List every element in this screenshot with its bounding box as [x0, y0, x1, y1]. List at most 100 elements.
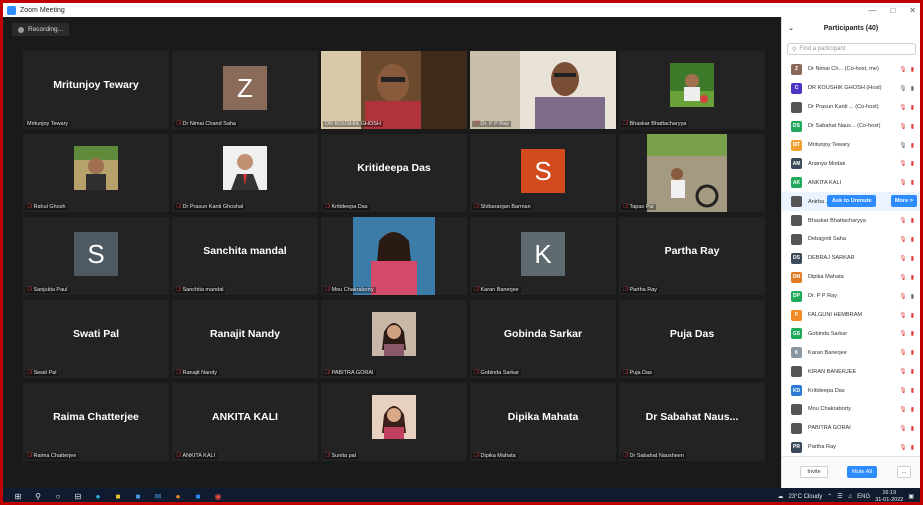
cortana-icon[interactable]: ○ [53, 492, 63, 502]
participant-row[interactable]: DS Dr Sabahat Naus... (Co-host) 🎙 ▮ [782, 117, 920, 136]
mic-muted-icon: 🎙 [899, 236, 907, 243]
chevron-down-icon[interactable]: ⌄ [782, 24, 800, 32]
participant-row[interactable]: K Karan Banerjee 🎙 ▮ [782, 343, 920, 362]
participant-avatar: K [791, 347, 802, 359]
mic-muted-icon: 🎙̸ [325, 453, 330, 459]
tile-display-name: Dipika Mahata [507, 411, 579, 423]
participant-photo-avatar [791, 422, 802, 434]
video-tile[interactable]: Ranajit Nandy 🎙̸ Ranajit Nandy [172, 300, 318, 378]
ask-to-unmute-button[interactable]: Ask to Unmute [827, 195, 877, 208]
video-tile[interactable]: 🎙̸ Sunita pal [321, 383, 467, 461]
store-icon[interactable]: ■ [133, 492, 143, 502]
participant-row[interactable]: AK ANKITA KALI 🎙 ▮ [782, 173, 920, 192]
video-tile[interactable]: Raima Chatterjee 🎙̸ Raima Chatterjee [23, 383, 169, 461]
video-off-icon: ▮ [910, 425, 914, 432]
mic-muted-icon: 🎙̸ [176, 370, 181, 376]
recording-indicator[interactable]: Recording... [12, 23, 70, 36]
mail-icon[interactable]: ✉ [153, 492, 163, 502]
task-view-icon[interactable]: ⊟ [73, 492, 83, 502]
network-icon[interactable]: ☰ [837, 493, 842, 500]
file-explorer-icon[interactable]: ■ [113, 492, 123, 502]
participant-row[interactable]: F FALGUNI HEMBRAM 🎙 ▮ [782, 306, 920, 325]
weather-text[interactable]: 23°C Cloudy [789, 494, 823, 500]
participant-row[interactable]: DM Dipika Mahata 🎙 ▮ [782, 268, 920, 287]
mic-muted-icon: 🎙 [899, 218, 907, 225]
language-indicator[interactable]: ENG [857, 494, 870, 500]
video-tile[interactable]: Z 🎙̸ Dr Nimai Chand Saha [172, 51, 318, 129]
participant-row[interactable]: PR Partha Ray 🎙 ▮ [782, 438, 920, 456]
edge-icon[interactable]: ● [93, 492, 103, 502]
tile-avatar: Z [223, 66, 267, 110]
windows-taskbar: ⊞ ⚲ ○ ⊟ ● ■ ■ ✉ ● ■ ◉ ☁ 23°C Cloudy ⌃ ☰ … [3, 488, 920, 502]
participant-more-button[interactable]: More > [890, 195, 917, 208]
participant-row[interactable]: Z Dr Nimai Ch... (Co-host, me) 🎙 ▮ [782, 60, 920, 79]
close-icon[interactable]: ✕ [909, 6, 916, 15]
mic-muted-icon: 🎙̸ [623, 204, 628, 210]
participant-status-icons: 🎙 ▮ [899, 173, 914, 192]
video-tile[interactable]: S 🎙̸ Shibaranjan Barman [470, 134, 616, 212]
video-tile[interactable]: S 🎙̸ Sanjukta Paul [23, 217, 169, 295]
chrome-icon[interactable]: ◉ [213, 492, 223, 502]
mute-all-button[interactable]: Mute All [847, 466, 877, 478]
tile-name-label: 🎙̸ Dr Prasun Kanti Ghoshal [174, 204, 246, 210]
volume-icon[interactable]: ♫ [848, 494, 853, 500]
mic-muted-icon: 🎙̸ [176, 453, 181, 459]
video-tile[interactable]: Puja Das 🎙̸ Puja Das [619, 300, 765, 378]
video-tile[interactable]: 🎙̸ Mou Chakraborty [321, 217, 467, 295]
more-options-button[interactable]: ... [897, 466, 911, 478]
video-tile[interactable]: DR KOUSHIK GHOSH [321, 51, 467, 129]
video-tile[interactable]: 🎙̸ Tapas Pal [619, 134, 765, 212]
windows-start-icon[interactable]: ⊞ [13, 492, 23, 502]
video-tile[interactable]: Kritideepa Das 🎙̸ Kritideepa Das [321, 134, 467, 212]
video-tile[interactable]: 🎙̸ Dr Prasun Kanti Ghoshal [172, 134, 318, 212]
participant-row[interactable]: C DR KOUSHIK GHOSH (Host) 🎙 ▮ [782, 79, 920, 98]
tile-name-label: 🎙̸ Puja Das [621, 370, 654, 376]
video-tile[interactable]: Swati Pal 🎙̸ Swati Pal [23, 300, 169, 378]
tile-participant-name: Dr. P P Ray [480, 121, 510, 127]
video-tile[interactable]: Mritunjoy Tewary Mritunjoy Tewary [23, 51, 169, 129]
participant-row[interactable]: Bhaskar Bhattacharyya 🎙 ▮ [782, 211, 920, 230]
maximize-icon[interactable]: □ [890, 6, 895, 15]
video-tile[interactable]: Partha Ray 🎙̸ Partha Ray [619, 217, 765, 295]
participant-row[interactable]: KD Kritideepa Das 🎙 ▮ [782, 381, 920, 400]
tile-participant-name: Bhaskar Bhattacharyya [629, 121, 687, 127]
gallery-view: Recording... Mritunjoy Tewary Mritunjoy T… [3, 17, 778, 488]
participant-status-icons: 🎙 ▮ [899, 381, 914, 400]
participant-status-icons: 🎙 ▮ [899, 362, 914, 381]
video-tile[interactable]: Sanchita mandal 🎙̸ Sanchita mandal [172, 217, 318, 295]
participant-row[interactable]: Dr Prasun Kanti ... (Co-host) 🎙 ▮ [782, 98, 920, 117]
video-tile[interactable]: Dipika Mahata 🎙̸ Dipika Mahata [470, 383, 616, 461]
participant-row[interactable]: Anirba ... Ask to Unmute More > [782, 192, 920, 212]
clock[interactable]: 16:19 31-01-2022 [875, 490, 903, 502]
mic-muted-icon: 🎙 [899, 331, 907, 338]
participant-row[interactable]: AM Ananya Modak 🎙 ▮ [782, 154, 920, 173]
video-tile[interactable]: 🎙̸ Bhaskar Bhattacharyya [619, 51, 765, 129]
participant-row[interactable]: DP Dr. P P Ray 🎙 ▮ [782, 287, 920, 306]
participant-row[interactable]: Debajyoti Saha 🎙 ▮ [782, 230, 920, 249]
participant-row[interactable]: GS Gobinda Sarkar 🎙 ▮ [782, 324, 920, 343]
minimize-icon[interactable]: — [868, 6, 876, 15]
firefox-icon[interactable]: ● [173, 492, 183, 502]
video-tile[interactable]: ANKITA KALI 🎙̸ ANKITA KALI [172, 383, 318, 461]
participant-row[interactable]: MT Mritunjoy Tewary 🎙 ▮ [782, 136, 920, 155]
search-icon[interactable]: ⚲ [33, 492, 43, 502]
video-tile[interactable]: Dr Sabahat Naus... 🎙̸ Dr Sabahat Nausheen [619, 383, 765, 461]
participant-row[interactable]: PABITRA GORAI 🎙 ▮ [782, 419, 920, 438]
participant-list[interactable]: Z Dr Nimai Ch... (Co-host, me) 🎙 ▮ C DR KOUSH… [782, 60, 920, 456]
participant-row[interactable]: DS DEBRAJ SARKAR 🎙 ▮ [782, 249, 920, 268]
participant-row[interactable]: KIRAN BANERJEE 🎙 ▮ [782, 362, 920, 381]
notification-icon[interactable]: ▣ [908, 493, 914, 500]
participant-search-input[interactable]: ⚲ Find a participant [787, 43, 916, 55]
video-tile[interactable]: Gobinda Sarkar 🎙̸ Gobinda Sarkar [470, 300, 616, 378]
recording-icon [18, 26, 24, 33]
tile-name-label: 🎙̸ Bhaskar Bhattacharyya [621, 121, 689, 127]
participant-row[interactable]: Mou Chakraborty 🎙 ▮ [782, 400, 920, 419]
video-tile[interactable]: 🎙̸ Rahul Ghosh [23, 134, 169, 212]
invite-button[interactable]: Invite [800, 466, 828, 478]
zoom-taskbar-icon[interactable]: ■ [193, 492, 203, 502]
video-tile[interactable]: K 🎙̸ Karan Banerjee [470, 217, 616, 295]
video-tile[interactable]: 🎙̸ PABITRA GORAI [321, 300, 467, 378]
chevron-up-icon[interactable]: ⌃ [827, 493, 832, 500]
weather-icon[interactable]: ☁ [778, 493, 784, 500]
video-tile[interactable]: 🎙̸ Dr. P P Ray [470, 51, 616, 129]
